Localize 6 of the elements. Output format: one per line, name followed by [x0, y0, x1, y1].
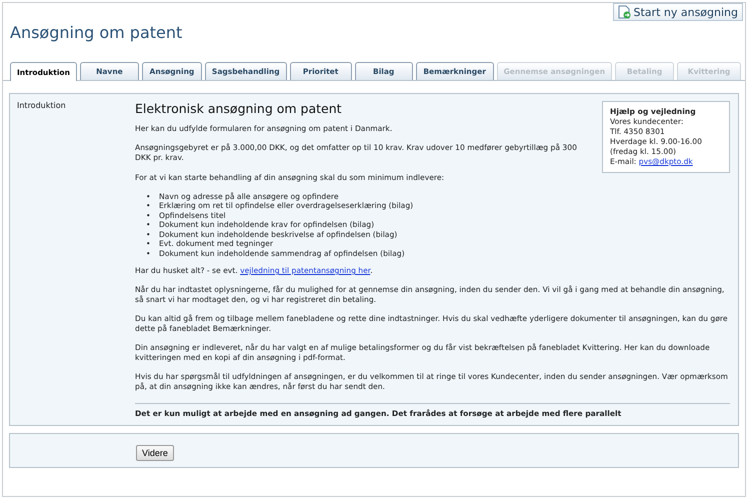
next-button[interactable]: Videre — [136, 445, 174, 461]
section-heading: Elektronisk ansøgning om patent — [135, 101, 343, 116]
section-label: Introduktion — [17, 101, 66, 110]
page-title: Ansøgning om patent — [10, 23, 184, 42]
document-add-icon — [618, 5, 631, 19]
new-application-button[interactable]: Start ny ansøgning — [612, 3, 743, 21]
